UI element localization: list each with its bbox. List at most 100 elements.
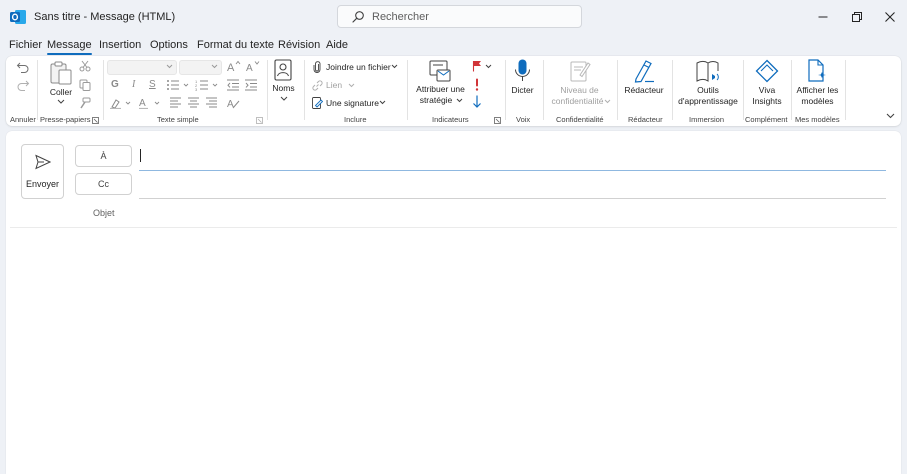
font-color-icon[interactable]: A <box>139 97 163 109</box>
outils-apprentissage-line1[interactable]: Outils <box>693 85 723 95</box>
chevron-down-icon[interactable] <box>379 100 386 105</box>
redacteur-label[interactable]: Rédacteur <box>622 85 666 95</box>
outlook-logo-icon <box>10 10 26 24</box>
window-title: Sans titre - Message (HTML) <box>34 11 176 23</box>
attribuer-strategie-line1[interactable]: Attribuer une <box>412 84 469 94</box>
immersive-reader-icon[interactable] <box>696 60 722 82</box>
font-size-combobox[interactable] <box>179 60 222 75</box>
minimize-button[interactable] <box>808 5 838 29</box>
ribbon-expand-icon[interactable] <box>886 113 895 119</box>
bullets-icon[interactable] <box>166 79 194 91</box>
cc-field[interactable] <box>139 198 886 199</box>
policy-icon[interactable] <box>428 59 452 83</box>
numbering-icon[interactable]: 1 2 3 <box>195 79 223 91</box>
undo-icon[interactable] <box>16 60 30 74</box>
ribbon-separator <box>37 60 38 120</box>
viva-insights-line1[interactable]: Viva <box>756 85 778 95</box>
chevron-down-icon[interactable] <box>348 83 355 88</box>
clear-formatting-icon[interactable]: A <box>227 97 240 109</box>
redo-icon[interactable] <box>16 78 30 92</box>
afficher-modeles-line1[interactable]: Afficher les <box>796 85 839 95</box>
format-painter-icon[interactable] <box>79 97 91 109</box>
ribbon-separator <box>845 60 846 120</box>
group-label-complement: Complément <box>745 115 788 124</box>
copy-icon[interactable] <box>79 79 91 91</box>
noms-label[interactable]: Noms <box>270 83 297 93</box>
to-field[interactable] <box>139 170 886 171</box>
compose-pane: Envoyer À Cc Objet <box>6 131 901 474</box>
viva-insights-line2[interactable]: Insights <box>751 96 783 106</box>
sensitivity-icon[interactable] <box>569 59 591 83</box>
chevron-down-icon[interactable] <box>57 99 65 104</box>
decrease-indent-icon[interactable] <box>227 79 240 91</box>
to-button[interactable]: À <box>75 145 132 167</box>
link-icon[interactable] <box>312 80 323 91</box>
subject-field[interactable] <box>10 227 897 228</box>
tab-format-du-texte[interactable]: Format du texte <box>197 39 274 51</box>
microphone-icon[interactable] <box>514 59 531 83</box>
joindre-fichier-button[interactable]: Joindre un fichier <box>326 62 391 72</box>
chevron-down-icon[interactable] <box>280 96 288 101</box>
font-shrink-icon[interactable]: A <box>246 60 260 72</box>
lien-button[interactable]: Lien <box>326 80 342 90</box>
search-box[interactable]: Rechercher <box>337 5 582 28</box>
ribbon-separator <box>617 60 618 120</box>
low-importance-icon[interactable] <box>472 95 482 108</box>
paste-icon[interactable] <box>49 60 73 86</box>
highlight-icon[interactable] <box>110 97 134 109</box>
chevron-down-icon[interactable] <box>485 64 492 69</box>
niveau-confidentialite-line2[interactable]: confidentialité <box>550 96 605 106</box>
restore-button[interactable] <box>842 5 872 29</box>
font-grow-icon[interactable]: A <box>227 60 241 72</box>
tab-options[interactable]: Options <box>150 39 188 51</box>
send-button[interactable]: Envoyer <box>21 144 64 199</box>
italic-button[interactable]: I <box>132 79 135 90</box>
dicter-label[interactable]: Dicter <box>510 85 535 95</box>
attribuer-strategie-line2[interactable]: stratégie <box>414 95 458 105</box>
tab-insertion[interactable]: Insertion <box>99 39 141 51</box>
dialog-launcher-icon[interactable] <box>494 117 501 124</box>
chevron-down-icon[interactable] <box>456 98 463 103</box>
subject-label: Objet <box>93 208 115 218</box>
cc-button[interactable]: Cc <box>75 173 132 195</box>
tab-aide[interactable]: Aide <box>326 39 348 51</box>
font-family-combobox[interactable] <box>107 60 177 75</box>
underline-button[interactable]: S <box>149 79 156 90</box>
flag-icon[interactable] <box>472 60 482 72</box>
bold-button[interactable]: G <box>111 79 119 90</box>
dialog-launcher-icon[interactable] <box>92 117 99 124</box>
chevron-down-icon[interactable] <box>391 64 398 69</box>
editor-icon[interactable] <box>633 59 655 83</box>
templates-icon[interactable] <box>807 59 828 83</box>
chevron-down-icon[interactable] <box>604 99 611 104</box>
group-label-redacteur: Rédacteur <box>628 115 663 124</box>
align-left-icon[interactable] <box>170 97 182 108</box>
viva-insights-icon[interactable] <box>755 59 779 83</box>
attach-icon[interactable] <box>313 61 321 73</box>
align-right-icon[interactable] <box>206 97 218 108</box>
ribbon-separator <box>103 60 104 120</box>
tab-message[interactable]: Message <box>47 39 92 55</box>
address-book-icon[interactable] <box>274 59 293 82</box>
high-importance-icon[interactable] <box>474 78 480 91</box>
chevron-down-icon <box>211 64 218 69</box>
signature-button[interactable]: Une signature <box>326 98 379 108</box>
signature-icon[interactable] <box>312 97 323 109</box>
niveau-confidentialite-line1[interactable]: Niveau de <box>554 85 605 95</box>
group-label-presse-papiers: Presse-papiers <box>40 115 91 124</box>
outils-apprentissage-line2[interactable]: d'apprentissage <box>675 96 741 106</box>
afficher-modeles-line2[interactable]: modèles <box>801 96 834 106</box>
ribbon-separator <box>304 60 305 120</box>
dialog-launcher-icon[interactable] <box>256 117 263 124</box>
group-label-indicateurs: Indicateurs <box>432 115 469 124</box>
search-placeholder: Rechercher <box>372 11 429 23</box>
paste-label[interactable]: Coller <box>49 87 73 97</box>
tab-revision[interactable]: Révision <box>278 39 320 51</box>
group-label-confidentialite: Confidentialité <box>556 115 604 124</box>
ribbon-separator <box>267 60 268 120</box>
align-center-icon[interactable] <box>188 97 200 108</box>
cut-icon[interactable] <box>79 60 91 72</box>
tab-fichier[interactable]: Fichier <box>9 39 42 51</box>
increase-indent-icon[interactable] <box>245 79 258 91</box>
close-button[interactable] <box>875 5 905 29</box>
